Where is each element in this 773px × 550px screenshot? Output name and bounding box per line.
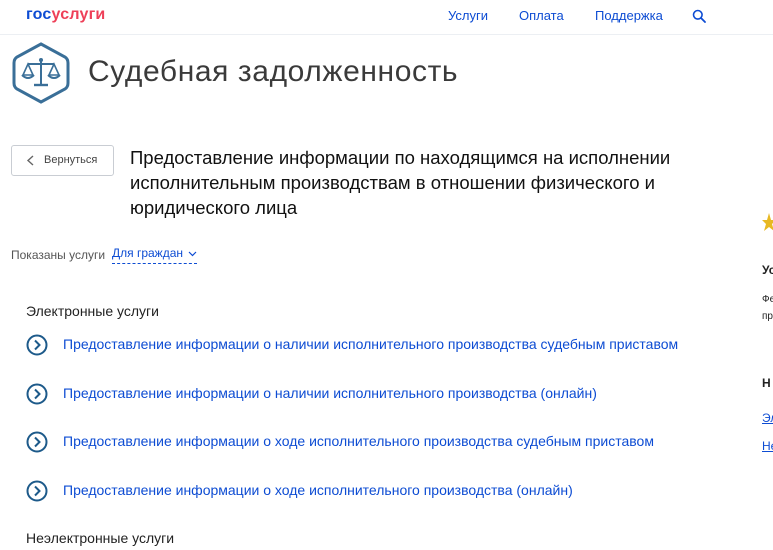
arrow-circle-icon: [26, 480, 48, 502]
electronic-services-heading: Электронные услуги: [26, 303, 159, 319]
arrow-circle-icon: [26, 334, 48, 356]
service-link[interactable]: Предоставление информации о наличии испо…: [63, 385, 597, 401]
chevron-down-icon: [188, 251, 197, 257]
nav-services[interactable]: Услуги: [448, 8, 488, 23]
filter-label: Показаны услуги: [11, 248, 106, 262]
star-icon: [762, 213, 773, 231]
audience-filter-select[interactable]: Для граждан: [112, 246, 198, 264]
sidebar-link[interactable]: Эл: [762, 411, 773, 425]
service-link[interactable]: Предоставление информации о наличии испо…: [63, 336, 678, 352]
sidebar-heading: Ус: [762, 263, 773, 277]
service-link[interactable]: Предоставление информации о ходе исполни…: [63, 482, 573, 498]
chevron-left-icon: [26, 155, 34, 166]
sidebar-text: пр: [762, 311, 773, 322]
search-icon[interactable]: [692, 9, 706, 23]
arrow-circle-icon: [26, 383, 48, 405]
back-button-label: Вернуться: [44, 154, 98, 166]
nav-payment[interactable]: Оплата: [519, 8, 564, 23]
logo-part-gos: гос: [26, 6, 52, 23]
top-bar: госуслуги Услуги Оплата Поддержка: [0, 0, 773, 35]
sidebar-link[interactable]: Не: [762, 439, 773, 453]
sidebar-text: Фе: [762, 294, 773, 305]
scales-emblem-icon: [12, 42, 70, 104]
non-electronic-services-heading: Неэлектронные услуги: [26, 530, 175, 546]
department-title: Судебная задолженность: [88, 55, 459, 88]
nav-support[interactable]: Поддержка: [595, 8, 663, 23]
page-title: Предоставление информации по находящимся…: [130, 147, 671, 218]
logo-part-uslugi: услуги: [51, 6, 106, 23]
sidebar-heading: Н: [762, 376, 771, 390]
back-button[interactable]: Вернуться: [11, 145, 114, 176]
service-link[interactable]: Предоставление информации о ходе исполни…: [63, 433, 654, 449]
gosuslugi-logo[interactable]: госуслуги: [26, 6, 105, 24]
audience-filter-value: Для граждан: [112, 246, 184, 260]
arrow-circle-icon: [26, 431, 48, 453]
